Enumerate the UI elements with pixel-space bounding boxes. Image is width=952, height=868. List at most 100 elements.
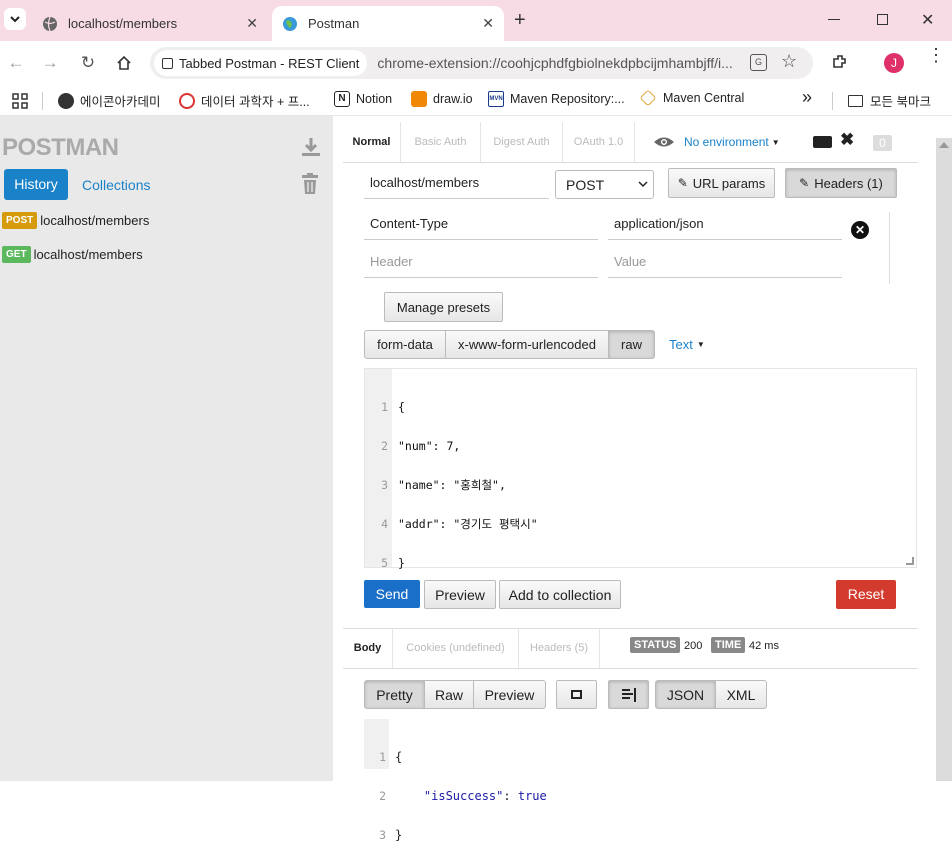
divider bbox=[343, 162, 918, 163]
add-to-collection-button[interactable]: Add to collection bbox=[499, 580, 621, 609]
tab-oauth[interactable]: OAuth 1.0 bbox=[563, 122, 635, 162]
close-tab-icon[interactable]: ✕ bbox=[246, 15, 258, 32]
maximize-icon[interactable] bbox=[877, 14, 888, 25]
tab-basic-auth[interactable]: Basic Auth bbox=[401, 122, 481, 162]
all-bookmarks[interactable]: 모든 북마크 bbox=[848, 91, 931, 110]
trash-icon[interactable] bbox=[301, 173, 319, 198]
site-chip[interactable]: Tabbed Postman - REST Client bbox=[154, 50, 368, 76]
resize-handle-icon[interactable] bbox=[906, 557, 914, 565]
scrollbar[interactable] bbox=[936, 138, 952, 781]
method-badge: POST bbox=[2, 211, 38, 229]
fullscreen-button[interactable] bbox=[556, 680, 597, 709]
json-format-button[interactable]: JSON bbox=[655, 680, 716, 709]
preview-button[interactable]: Preview bbox=[424, 580, 496, 609]
bookmark-item[interactable]: draw.io bbox=[411, 91, 473, 107]
reset-button[interactable]: Reset bbox=[836, 580, 896, 609]
method-select[interactable]: POST bbox=[555, 170, 654, 199]
eye-icon bbox=[654, 137, 674, 147]
reload-icon[interactable]: ↻ bbox=[76, 51, 100, 75]
tab-normal[interactable]: Normal bbox=[343, 122, 401, 162]
history-item[interactable]: GET localhost/members bbox=[2, 244, 143, 264]
response-body: 1 2 3 { "isSuccess": true } bbox=[364, 719, 917, 842]
tab-response-headers[interactable]: Headers (5) bbox=[519, 628, 600, 668]
line-number: 5 bbox=[381, 556, 388, 570]
code-line: "isSuccess": true bbox=[395, 790, 547, 803]
tab-response-cookies[interactable]: Cookies (undefined) bbox=[393, 628, 519, 668]
code-line: "addr": "경기도 평택시" bbox=[398, 517, 538, 531]
browser-tab-localhost[interactable]: localhost/members ✕ bbox=[32, 6, 268, 41]
home-icon[interactable] bbox=[112, 51, 136, 75]
profile-avatar[interactable]: J bbox=[884, 53, 904, 73]
url-params-button[interactable]: ✎ URL params bbox=[668, 168, 775, 198]
postman-logo: POSTMAN bbox=[2, 134, 119, 161]
code-line: "num": 7, bbox=[398, 439, 461, 453]
headers-button[interactable]: ✎ Headers (1) bbox=[785, 168, 897, 198]
json-key: "isSuccess" bbox=[423, 789, 504, 803]
url-text: chrome-extension://coohjcphdfgbiolnekdpb… bbox=[377, 55, 733, 71]
apps-grid-icon[interactable] bbox=[12, 93, 28, 109]
tab-history[interactable]: History bbox=[4, 169, 68, 200]
headers-label: Headers (1) bbox=[814, 175, 883, 191]
wrap-toggle-button[interactable] bbox=[608, 680, 649, 709]
environment-selector[interactable]: No environment ▼ bbox=[653, 135, 780, 149]
tab-digest-auth[interactable]: Digest Auth bbox=[481, 122, 563, 162]
maven-central-icon bbox=[639, 89, 657, 107]
keyboard-icon[interactable] bbox=[813, 136, 832, 148]
star-icon[interactable]: ☆ bbox=[781, 51, 797, 72]
extensions-icon[interactable] bbox=[831, 53, 849, 74]
header-key-field[interactable]: Content-Type bbox=[364, 210, 598, 240]
raw-view-button[interactable]: Raw bbox=[424, 680, 474, 709]
minimize-icon[interactable] bbox=[828, 19, 840, 20]
header-value-field[interactable]: application/json bbox=[608, 210, 842, 240]
body-editor[interactable]: 1 2 3 4 5 { "num": 7, "name": "홍희철", "ad… bbox=[364, 368, 917, 570]
raw-button[interactable]: raw bbox=[608, 330, 655, 359]
body-format-label: Text bbox=[669, 337, 693, 352]
more-bookmarks-icon[interactable]: » bbox=[802, 87, 812, 108]
url-input[interactable]: localhost/members bbox=[364, 169, 549, 199]
history-url: localhost/members bbox=[40, 212, 150, 228]
preview-view-button[interactable]: Preview bbox=[473, 680, 546, 709]
bookmark-item[interactable]: MVN Maven Repository:... bbox=[488, 91, 625, 107]
new-value-field[interactable]: Value bbox=[608, 248, 842, 278]
wrench-icon[interactable]: ✖ bbox=[840, 130, 854, 150]
new-header-field[interactable]: Header bbox=[364, 248, 598, 278]
bookmark-label: 에이콘아카데미 bbox=[80, 95, 161, 109]
bookmark-item[interactable]: 데이터 과학자 + 프... bbox=[179, 91, 310, 110]
tab-response-body[interactable]: Body bbox=[343, 628, 393, 668]
browser-menu-icon[interactable]: ⋮ bbox=[927, 46, 945, 64]
code-line: } bbox=[398, 556, 405, 570]
new-tab-button[interactable]: + bbox=[514, 9, 526, 32]
browser-tab-postman[interactable]: Postman ✕ bbox=[272, 6, 504, 41]
history-item[interactable]: POST localhost/members bbox=[2, 210, 149, 230]
bookmark-item[interactable]: 에이콘아카데미 bbox=[58, 91, 161, 110]
body-format-dropdown[interactable]: Text ▼ bbox=[669, 337, 705, 352]
bookmark-item[interactable]: Maven Central bbox=[639, 89, 744, 107]
response-code: { "isSuccess": true } bbox=[395, 725, 547, 868]
scroll-up-arrow-icon[interactable] bbox=[939, 142, 949, 148]
send-button[interactable]: Send bbox=[364, 580, 420, 608]
align-icon bbox=[621, 687, 636, 702]
remove-header-icon[interactable]: ✕ bbox=[851, 221, 869, 239]
urlencoded-button[interactable]: x-www-form-urlencoded bbox=[445, 330, 609, 359]
code-line: { bbox=[398, 400, 405, 414]
method-value: POST bbox=[566, 176, 605, 193]
bookmark-item[interactable]: N Notion bbox=[334, 91, 392, 107]
tab-collections[interactable]: Collections bbox=[82, 177, 150, 193]
close-window-icon[interactable]: ✕ bbox=[921, 10, 934, 30]
close-tab-icon[interactable]: ✕ bbox=[482, 15, 494, 32]
chevron-down-icon bbox=[10, 16, 20, 23]
tab-search-button[interactable] bbox=[4, 8, 26, 30]
translate-icon[interactable]: G bbox=[750, 54, 767, 71]
pretty-button[interactable]: Pretty bbox=[364, 680, 425, 709]
code-line: } bbox=[395, 828, 403, 842]
forward-arrow-icon[interactable]: → bbox=[38, 51, 62, 75]
address-bar[interactable]: Tabbed Postman - REST Client chrome-exte… bbox=[150, 47, 813, 79]
code-line: "name": "홍희철", bbox=[398, 478, 506, 492]
manage-presets-button[interactable]: Manage presets bbox=[384, 292, 503, 322]
download-icon[interactable] bbox=[300, 136, 322, 161]
back-arrow-icon[interactable]: ← bbox=[4, 51, 28, 75]
xml-format-button[interactable]: XML bbox=[715, 680, 767, 709]
form-data-button[interactable]: form-data bbox=[364, 330, 446, 359]
method-badge: GET bbox=[2, 245, 31, 263]
json-value: true bbox=[517, 789, 547, 803]
